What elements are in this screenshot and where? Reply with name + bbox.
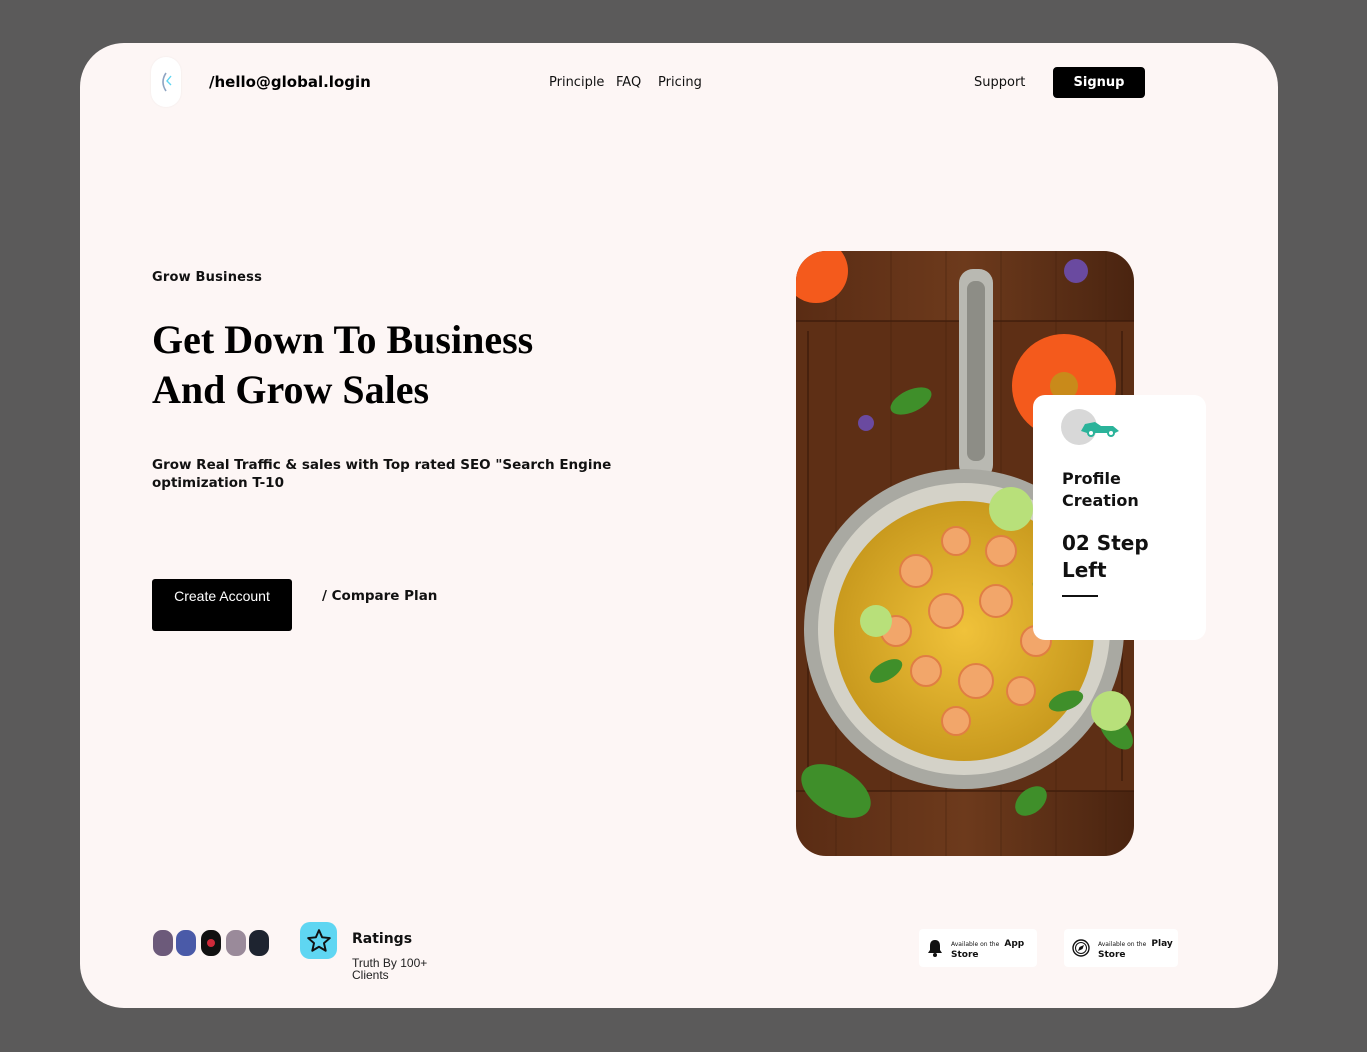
client-avatar [248, 929, 270, 957]
store-line2: Store [1098, 950, 1126, 960]
ratings-badge [300, 922, 337, 959]
store-big-text: Play [1151, 939, 1173, 949]
logo[interactable] [151, 57, 181, 107]
client-avatar [175, 929, 197, 957]
store-small-text: Available on the [951, 941, 1000, 948]
header-email[interactable]: /hello@global.login [209, 73, 371, 91]
compass-icon [1072, 939, 1090, 957]
hero-eyebrow: Grow Business [152, 270, 263, 285]
store-small-text: Available on the [1098, 941, 1147, 948]
compare-plan-link[interactable]: / Compare Plan [322, 588, 437, 604]
bell-icon [928, 940, 942, 957]
nav-faq[interactable]: FAQ [616, 75, 641, 90]
car-icon [1081, 422, 1119, 437]
store-line2: Store [951, 950, 979, 960]
profile-step-card: Profile Creation 02 Step Left [1033, 395, 1206, 640]
signup-button[interactable]: Signup [1053, 67, 1145, 98]
steps-left: 02 Step Left [1062, 531, 1149, 582]
support-link[interactable]: Support [974, 75, 1025, 90]
client-avatar [152, 929, 174, 957]
star-icon [306, 928, 331, 952]
hero-headline: Get Down To Business And Grow Sales [152, 315, 672, 415]
nav-pricing[interactable]: Pricing [658, 75, 702, 90]
client-avatar [225, 929, 247, 957]
store-big-text: App [1004, 939, 1025, 949]
headline-line-2: And Grow Sales [152, 367, 430, 412]
app-store-button[interactable]: Available on the App Store [919, 929, 1037, 967]
headline-line-1: Get Down To Business [152, 317, 534, 362]
step-underline [1062, 595, 1098, 597]
nav-principle[interactable]: Principle [549, 75, 604, 90]
step-title: Profile Creation [1062, 469, 1139, 510]
client-avatar [200, 929, 222, 957]
ratings-title: Ratings [352, 931, 413, 947]
ratings-subtitle: Truth By 100+ Clients [352, 956, 428, 982]
play-store-button[interactable]: Available on the Play Store [1064, 929, 1178, 967]
logo-mark-icon [162, 72, 172, 92]
create-account-button[interactable]: Create Account [152, 579, 292, 631]
hero-subtitle: Grow Real Traffic & sales with Top rated… [152, 457, 612, 491]
landing-card: /hello@global.login Principle FAQ Pricin… [80, 43, 1278, 1008]
